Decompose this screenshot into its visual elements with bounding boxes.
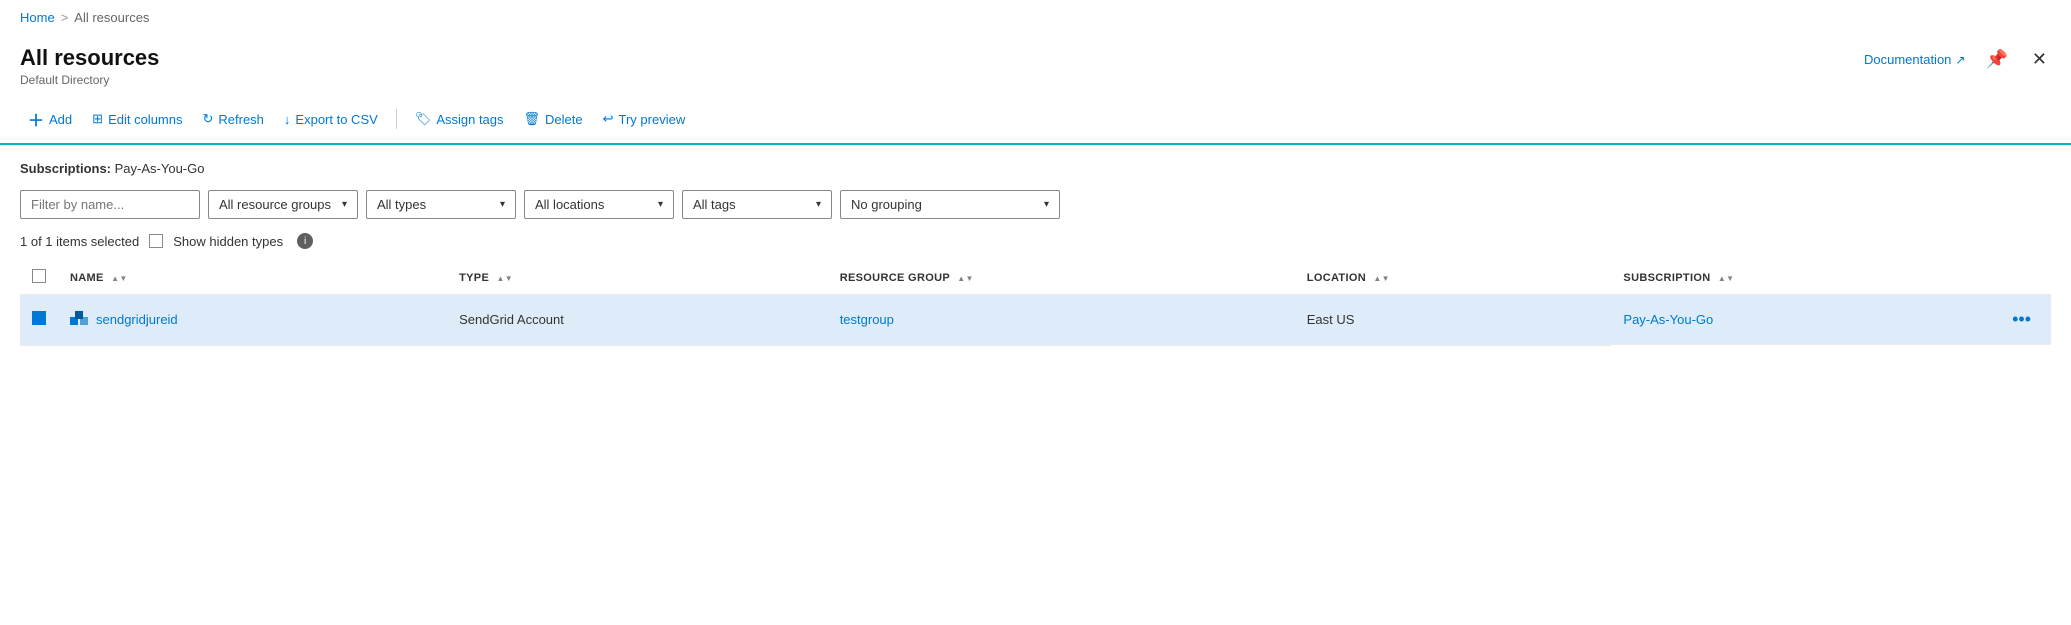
col-resource-group[interactable]: RESOURCE GROUP ▲▼ xyxy=(828,261,1295,295)
toolbar: ＋ Add ⊞ Edit columns ↻ Refresh ↓ Export … xyxy=(0,95,2071,145)
col-sub-label: SUBSCRIPTION xyxy=(1623,272,1710,284)
page-header: All resources Default Directory Document… xyxy=(0,35,2071,95)
pin-icon: 📌 xyxy=(1985,49,2007,69)
grouping-label: No grouping xyxy=(851,197,922,212)
page-title: All resources xyxy=(20,45,159,71)
selection-bar: 1 of 1 items selected Show hidden types … xyxy=(20,233,2051,249)
export-button[interactable]: ↓ Export to CSV xyxy=(276,108,386,131)
page-subtitle: Default Directory xyxy=(20,73,159,87)
col-name-label: NAME xyxy=(70,272,104,284)
select-all-checkbox[interactable] xyxy=(32,269,46,283)
toolbar-separator xyxy=(396,109,397,129)
resources-table: NAME ▲▼ TYPE ▲▼ RESOURCE GROUP ▲▼ LOCATI… xyxy=(20,261,2051,346)
types-label: All types xyxy=(377,197,426,212)
col-loc-sort: ▲▼ xyxy=(1373,274,1390,283)
refresh-button[interactable]: ↻ Refresh xyxy=(194,107,271,131)
locations-filter[interactable]: All locations ▾ xyxy=(524,190,674,219)
assign-tags-button[interactable]: 🏷 Assign tags xyxy=(407,107,512,131)
types-filter[interactable]: All types ▾ xyxy=(366,190,516,219)
info-icon: i xyxy=(297,233,313,249)
row-name-cell: sendgridjureid xyxy=(58,295,447,346)
tags-icon: 🏷 xyxy=(415,111,432,127)
grouping-chevron: ▾ xyxy=(1044,199,1049,210)
col-rg-sort: ▲▼ xyxy=(957,274,974,283)
subscriptions-key: Subscriptions: xyxy=(20,161,111,176)
delete-button[interactable]: 🗑 Delete xyxy=(516,107,591,131)
delete-icon: 🗑 xyxy=(524,111,541,127)
col-rg-label: RESOURCE GROUP xyxy=(840,272,950,284)
locations-chevron: ▾ xyxy=(658,199,663,210)
col-type-label: TYPE xyxy=(459,272,489,284)
breadcrumb: Home > All resources xyxy=(0,0,2071,35)
refresh-icon: ↻ xyxy=(202,111,213,127)
edit-columns-button[interactable]: ⊞ Edit columns xyxy=(84,107,190,131)
resource-type: SendGrid Account xyxy=(459,312,564,327)
col-loc-label: LOCATION xyxy=(1307,272,1366,284)
col-type-sort: ▲▼ xyxy=(497,274,514,283)
header-actions: Documentation ↗ 📌 ✕ xyxy=(1864,45,2051,74)
col-sub-sort: ▲▼ xyxy=(1718,274,1735,283)
col-subscription[interactable]: SUBSCRIPTION ▲▼ xyxy=(1611,261,2051,295)
assign-tags-label: Assign tags xyxy=(436,112,503,127)
delete-label: Delete xyxy=(545,112,583,127)
more-options-button[interactable]: ••• xyxy=(2004,305,2039,334)
subscription-link[interactable]: Pay-As-You-Go xyxy=(1623,312,1713,327)
table-header: NAME ▲▼ TYPE ▲▼ RESOURCE GROUP ▲▼ LOCATI… xyxy=(20,261,2051,295)
close-button[interactable]: ✕ xyxy=(2028,45,2051,74)
resource-groups-label: All resource groups xyxy=(219,197,331,212)
tags-filter[interactable]: All tags ▾ xyxy=(682,190,832,219)
try-preview-label: Try preview xyxy=(619,112,686,127)
export-icon: ↓ xyxy=(284,112,291,127)
filter-by-name-input[interactable] xyxy=(20,190,200,219)
close-icon: ✕ xyxy=(2032,49,2047,69)
items-selected-count: 1 of 1 items selected xyxy=(20,234,139,249)
table-row[interactable]: sendgridjureid SendGrid Account testgrou… xyxy=(20,295,2051,346)
resource-name[interactable]: sendgridjureid xyxy=(96,312,178,327)
tags-chevron: ▾ xyxy=(816,199,821,210)
resource-group-link[interactable]: testgroup xyxy=(840,312,894,327)
content: Subscriptions: Pay-As-You-Go All resourc… xyxy=(0,145,2071,362)
try-preview-button[interactable]: ↩ Try preview xyxy=(595,107,694,131)
external-link-icon: ↗ xyxy=(1955,53,1965,67)
row-checkbox[interactable] xyxy=(32,311,46,325)
row-rg-cell: testgroup xyxy=(828,295,1295,346)
breadcrumb-current: All resources xyxy=(74,10,149,25)
filters-row: All resource groups ▾ All types ▾ All lo… xyxy=(20,190,2051,219)
locations-label: All locations xyxy=(535,197,604,212)
subscriptions-info: Subscriptions: Pay-As-You-Go xyxy=(20,161,2051,176)
documentation-label: Documentation xyxy=(1864,52,1951,67)
columns-icon: ⊞ xyxy=(92,111,103,127)
resource-location: East US xyxy=(1307,312,1355,327)
show-hidden-checkbox[interactable] xyxy=(149,234,163,248)
resource-groups-filter[interactable]: All resource groups ▾ xyxy=(208,190,358,219)
row-type-cell: SendGrid Account xyxy=(447,295,828,346)
add-icon: ＋ xyxy=(28,107,44,131)
preview-icon: ↩ xyxy=(603,111,614,127)
show-hidden-label: Show hidden types xyxy=(173,234,283,249)
table-body: sendgridjureid SendGrid Account testgrou… xyxy=(20,295,2051,346)
resource-icon xyxy=(70,311,88,329)
tags-label: All tags xyxy=(693,197,736,212)
breadcrumb-separator: > xyxy=(61,10,69,25)
col-name-sort: ▲▼ xyxy=(111,274,128,283)
grouping-filter[interactable]: No grouping ▾ xyxy=(840,190,1060,219)
page-title-block: All resources Default Directory xyxy=(20,45,159,87)
pin-button[interactable]: 📌 xyxy=(1981,45,2011,74)
add-label: Add xyxy=(49,112,72,127)
row-location-cell: East US xyxy=(1295,295,1612,346)
types-chevron: ▾ xyxy=(500,199,505,210)
subscriptions-value: Pay-As-You-Go xyxy=(115,161,205,176)
resource-groups-chevron: ▾ xyxy=(342,199,347,210)
export-label: Export to CSV xyxy=(295,112,377,127)
add-button[interactable]: ＋ Add xyxy=(20,103,80,135)
documentation-link[interactable]: Documentation ↗ xyxy=(1864,52,1966,67)
col-name[interactable]: NAME ▲▼ xyxy=(58,261,447,295)
refresh-label: Refresh xyxy=(218,112,264,127)
col-type[interactable]: TYPE ▲▼ xyxy=(447,261,828,295)
edit-columns-label: Edit columns xyxy=(108,112,182,127)
row-subscription-cell: Pay-As-You-Go ••• xyxy=(1611,295,2051,345)
breadcrumb-home[interactable]: Home xyxy=(20,10,55,25)
col-location[interactable]: LOCATION ▲▼ xyxy=(1295,261,1612,295)
